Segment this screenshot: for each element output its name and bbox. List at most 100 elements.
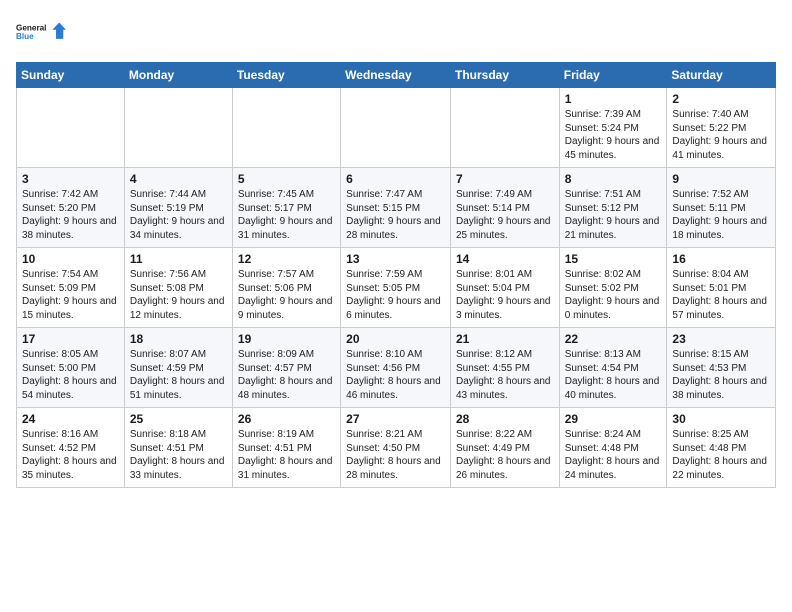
calendar-cell: 2Sunrise: 7:40 AM Sunset: 5:22 PM Daylig… bbox=[667, 88, 776, 168]
calendar-table: SundayMondayTuesdayWednesdayThursdayFrid… bbox=[16, 62, 776, 488]
calendar-cell: 28 Sunrise: 8:22 AM Sunset: 4:49 PM Dayli… bbox=[450, 408, 559, 488]
calendar-cell: 18Sunrise: 8:07 AM Sunset: 4:59 PM Dayli… bbox=[124, 328, 232, 408]
day-info: Sunrise: 8:16 AM Sunset: 4:52 PM Dayligh… bbox=[22, 428, 119, 482]
logo: General Blue bbox=[16, 12, 66, 52]
calendar-week-row: 10 Sunrise: 7:54 AM Sunset: 5:09 PM Dayli… bbox=[17, 248, 776, 328]
calendar-cell bbox=[232, 88, 340, 168]
weekday-header: Monday bbox=[124, 63, 232, 88]
day-number: 30 bbox=[672, 412, 770, 426]
day-info: Sunrise: 7:45 AM Sunset: 5:17 PM Dayligh… bbox=[238, 188, 335, 242]
day-info: Sunrise: 7:59 AM Sunset: 5:05 PM Dayligh… bbox=[346, 268, 445, 322]
day-info: Sunrise: 7:42 AM Sunset: 5:20 PM Dayligh… bbox=[22, 188, 119, 242]
day-number: 3 bbox=[22, 172, 119, 186]
day-number: 24 bbox=[22, 412, 119, 426]
day-number: 26 bbox=[238, 412, 335, 426]
day-info: Sunrise: 8:18 AM Sunset: 4:51 PM Dayligh… bbox=[130, 428, 227, 482]
day-number: 10 bbox=[22, 252, 119, 266]
calendar-cell: 7 Sunrise: 7:49 AM Sunset: 5:14 PM Daylig… bbox=[450, 168, 559, 248]
page: General Blue SundayMondayTuesdayWednesda… bbox=[0, 0, 792, 496]
calendar-cell: 20 Sunrise: 8:10 AM Sunset: 4:56 PM Dayli… bbox=[341, 328, 451, 408]
calendar-cell: 8 Sunrise: 7:51 AM Sunset: 5:12 PM Daylig… bbox=[559, 168, 667, 248]
weekday-header: Thursday bbox=[450, 63, 559, 88]
day-info: Sunrise: 8:10 AM Sunset: 4:56 PM Dayligh… bbox=[346, 348, 445, 402]
day-number: 18 bbox=[130, 332, 227, 346]
day-number: 2 bbox=[672, 92, 770, 106]
day-number: 29 bbox=[565, 412, 662, 426]
calendar-week-row: 1 Sunrise: 7:39 AM Sunset: 5:24 PM Daylig… bbox=[17, 88, 776, 168]
weekday-header: Wednesday bbox=[341, 63, 451, 88]
day-number: 13 bbox=[346, 252, 445, 266]
day-info: Sunrise: 7:52 AM Sunset: 5:11 PM Dayligh… bbox=[672, 188, 770, 242]
day-info: Sunrise: 8:09 AM Sunset: 4:57 PM Dayligh… bbox=[238, 348, 335, 402]
day-number: 15 bbox=[565, 252, 662, 266]
day-number: 8 bbox=[565, 172, 662, 186]
day-info: Sunrise: 8:05 AM Sunset: 5:00 PM Dayligh… bbox=[22, 348, 119, 402]
weekday-header: Sunday bbox=[17, 63, 125, 88]
calendar-cell: 5 Sunrise: 7:45 AM Sunset: 5:17 PM Daylig… bbox=[232, 168, 340, 248]
day-number: 19 bbox=[238, 332, 335, 346]
calendar-cell: 10 Sunrise: 7:54 AM Sunset: 5:09 PM Dayli… bbox=[17, 248, 125, 328]
day-info: Sunrise: 8:04 AM Sunset: 5:01 PM Dayligh… bbox=[672, 268, 770, 322]
calendar-cell: 21Sunrise: 8:12 AM Sunset: 4:55 PM Dayli… bbox=[450, 328, 559, 408]
day-info: Sunrise: 8:12 AM Sunset: 4:55 PM Dayligh… bbox=[456, 348, 554, 402]
calendar-cell: 15 Sunrise: 8:02 AM Sunset: 5:02 PM Dayli… bbox=[559, 248, 667, 328]
calendar-cell bbox=[341, 88, 451, 168]
day-number: 17 bbox=[22, 332, 119, 346]
svg-text:General: General bbox=[16, 24, 46, 33]
calendar-cell: 19 Sunrise: 8:09 AM Sunset: 4:57 PM Dayli… bbox=[232, 328, 340, 408]
day-number: 23 bbox=[672, 332, 770, 346]
day-info: Sunrise: 8:22 AM Sunset: 4:49 PM Dayligh… bbox=[456, 428, 554, 482]
calendar-cell: 6Sunrise: 7:47 AM Sunset: 5:15 PM Daylig… bbox=[341, 168, 451, 248]
day-number: 12 bbox=[238, 252, 335, 266]
day-number: 4 bbox=[130, 172, 227, 186]
calendar-cell: 9 Sunrise: 7:52 AM Sunset: 5:11 PM Daylig… bbox=[667, 168, 776, 248]
day-info: Sunrise: 7:57 AM Sunset: 5:06 PM Dayligh… bbox=[238, 268, 335, 322]
day-number: 5 bbox=[238, 172, 335, 186]
day-info: Sunrise: 8:19 AM Sunset: 4:51 PM Dayligh… bbox=[238, 428, 335, 482]
header: General Blue bbox=[16, 12, 776, 52]
day-info: Sunrise: 8:02 AM Sunset: 5:02 PM Dayligh… bbox=[565, 268, 662, 322]
calendar-cell bbox=[450, 88, 559, 168]
day-info: Sunrise: 7:44 AM Sunset: 5:19 PM Dayligh… bbox=[130, 188, 227, 242]
calendar-cell: 24 Sunrise: 8:16 AM Sunset: 4:52 PM Dayli… bbox=[17, 408, 125, 488]
calendar-cell: 11Sunrise: 7:56 AM Sunset: 5:08 PM Dayli… bbox=[124, 248, 232, 328]
calendar-cell: 12 Sunrise: 7:57 AM Sunset: 5:06 PM Dayli… bbox=[232, 248, 340, 328]
calendar-cell bbox=[124, 88, 232, 168]
day-info: Sunrise: 7:49 AM Sunset: 5:14 PM Dayligh… bbox=[456, 188, 554, 242]
day-number: 14 bbox=[456, 252, 554, 266]
weekday-header: Tuesday bbox=[232, 63, 340, 88]
calendar-cell: 17 Sunrise: 8:05 AM Sunset: 5:00 PM Dayli… bbox=[17, 328, 125, 408]
day-number: 7 bbox=[456, 172, 554, 186]
day-number: 20 bbox=[346, 332, 445, 346]
day-info: Sunrise: 8:25 AM Sunset: 4:48 PM Dayligh… bbox=[672, 428, 770, 482]
calendar-header-row: SundayMondayTuesdayWednesdayThursdayFrid… bbox=[17, 63, 776, 88]
calendar-cell: 16Sunrise: 8:04 AM Sunset: 5:01 PM Dayli… bbox=[667, 248, 776, 328]
day-number: 28 bbox=[456, 412, 554, 426]
day-info: Sunrise: 7:51 AM Sunset: 5:12 PM Dayligh… bbox=[565, 188, 662, 242]
day-info: Sunrise: 8:21 AM Sunset: 4:50 PM Dayligh… bbox=[346, 428, 445, 482]
calendar-cell: 13 Sunrise: 7:59 AM Sunset: 5:05 PM Dayli… bbox=[341, 248, 451, 328]
calendar-cell: 3 Sunrise: 7:42 AM Sunset: 5:20 PM Daylig… bbox=[17, 168, 125, 248]
calendar-cell: 30 Sunrise: 8:25 AM Sunset: 4:48 PM Dayli… bbox=[667, 408, 776, 488]
logo-svg: General Blue bbox=[16, 12, 66, 52]
day-number: 1 bbox=[565, 92, 662, 106]
day-number: 6 bbox=[346, 172, 445, 186]
svg-text:Blue: Blue bbox=[16, 32, 34, 41]
day-info: Sunrise: 7:54 AM Sunset: 5:09 PM Dayligh… bbox=[22, 268, 119, 322]
day-info: Sunrise: 8:24 AM Sunset: 4:48 PM Dayligh… bbox=[565, 428, 662, 482]
day-number: 9 bbox=[672, 172, 770, 186]
calendar-cell: 14Sunrise: 8:01 AM Sunset: 5:04 PM Dayli… bbox=[450, 248, 559, 328]
day-number: 27 bbox=[346, 412, 445, 426]
calendar-cell: 22Sunrise: 8:13 AM Sunset: 4:54 PM Dayli… bbox=[559, 328, 667, 408]
day-info: Sunrise: 8:15 AM Sunset: 4:53 PM Dayligh… bbox=[672, 348, 770, 402]
calendar-cell: 26 Sunrise: 8:19 AM Sunset: 4:51 PM Dayli… bbox=[232, 408, 340, 488]
calendar-cell: 4 Sunrise: 7:44 AM Sunset: 5:19 PM Daylig… bbox=[124, 168, 232, 248]
calendar-week-row: 17 Sunrise: 8:05 AM Sunset: 5:00 PM Dayli… bbox=[17, 328, 776, 408]
weekday-header: Friday bbox=[559, 63, 667, 88]
day-number: 11 bbox=[130, 252, 227, 266]
day-number: 25 bbox=[130, 412, 227, 426]
calendar-cell: 29 Sunrise: 8:24 AM Sunset: 4:48 PM Dayli… bbox=[559, 408, 667, 488]
day-info: Sunrise: 7:39 AM Sunset: 5:24 PM Dayligh… bbox=[565, 108, 662, 162]
calendar-cell: 25 Sunrise: 8:18 AM Sunset: 4:51 PM Dayli… bbox=[124, 408, 232, 488]
weekday-header: Saturday bbox=[667, 63, 776, 88]
